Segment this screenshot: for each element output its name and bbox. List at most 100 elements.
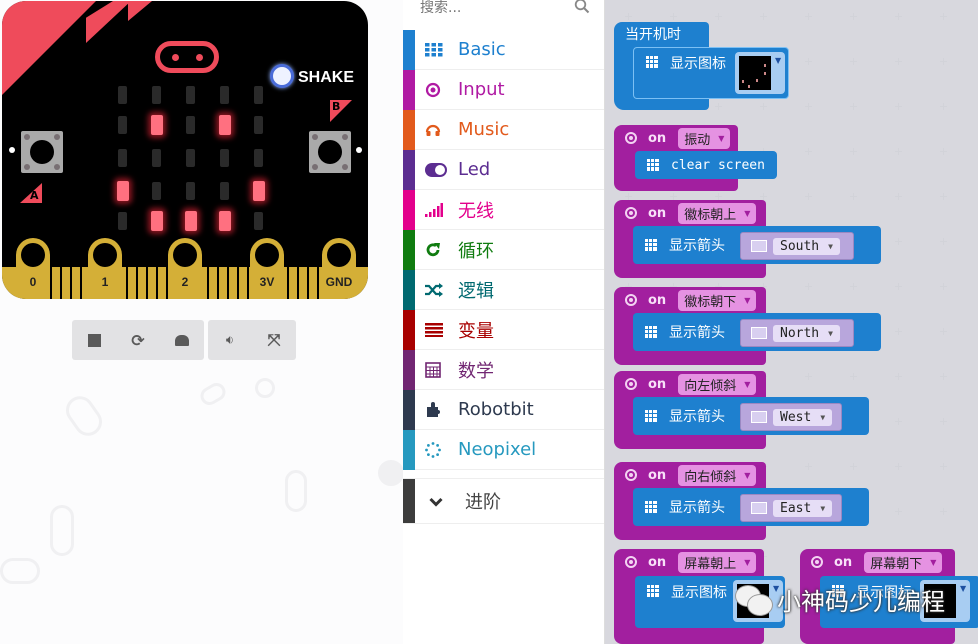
toolbox-advanced[interactable]: 进阶 <box>403 478 604 524</box>
fullscreen-button[interactable]: ⤧ <box>252 320 296 360</box>
toolbox-category-input[interactable]: Input <box>403 69 604 110</box>
stop-button[interactable] <box>72 320 116 360</box>
background-decoration <box>60 390 108 442</box>
grid-icon <box>646 56 658 68</box>
grid-mark <box>895 418 902 425</box>
block-clear-screen[interactable]: clear screen <box>635 151 777 179</box>
grid-mark <box>895 463 902 470</box>
gesture-dropdown[interactable]: 向左倾斜 ▼ <box>678 373 757 395</box>
grid-mark <box>805 373 812 380</box>
led-pixel <box>186 182 195 200</box>
direction-dropdown[interactable]: South ▼ <box>773 237 840 255</box>
category-label: 无线 <box>458 200 494 222</box>
pin-3v[interactable] <box>250 238 284 298</box>
led-pixel <box>118 116 127 134</box>
arrow-direction-slot[interactable]: West ▼ <box>740 403 842 431</box>
toolbox-category-neopixel[interactable]: Neopixel <box>403 429 604 470</box>
button-b[interactable] <box>309 131 351 173</box>
toolbox-category-led[interactable]: Led <box>403 149 604 190</box>
gesture-dropdown[interactable]: 徽标朝上 ▼ <box>678 202 757 224</box>
mute-button[interactable]: 🔉︎ <box>208 320 252 360</box>
grid-mark <box>895 58 902 65</box>
search-icon[interactable] <box>574 0 590 18</box>
grid-mark <box>895 328 902 335</box>
stop-icon <box>87 333 101 347</box>
arrow-direction-slot[interactable]: North ▼ <box>740 319 854 347</box>
pin-gnd[interactable] <box>322 238 356 298</box>
led-pixel <box>151 211 163 231</box>
watermark-text: 小神码少儿编程 <box>777 588 945 616</box>
pin-2[interactable] <box>168 238 202 298</box>
direction-dropdown[interactable]: North ▼ <box>773 324 840 342</box>
grid-mark <box>715 193 722 200</box>
category-label: Robotbit <box>458 399 534 420</box>
toolbox-category-robotbit[interactable]: Robotbit <box>403 389 604 430</box>
chevron-down-icon <box>429 492 443 511</box>
shake-button[interactable] <box>270 64 294 88</box>
gesture-value: 徽标朝上 <box>684 207 737 223</box>
blocks-workspace[interactable]: 当开机时 显示图标 ▼ on 振动 ▼ clear screen on 徽标朝上 ▼ 显… <box>605 0 978 644</box>
image-icon <box>751 327 767 339</box>
led-pixel <box>151 115 163 135</box>
direction-value: South <box>780 238 820 254</box>
toolbox-category-music[interactable]: Music <box>403 109 604 150</box>
grid-icon <box>645 410 657 422</box>
category-label: 循环 <box>458 240 494 262</box>
toolbox: 搜索... Basic Input Music Led 无线循环逻辑 变量 数学 Robotb… <box>403 0 605 644</box>
grid-icon <box>645 239 657 251</box>
gesture-value: 徽标朝下 <box>684 294 737 310</box>
toolbox-category-变量[interactable]: 变量 <box>403 309 604 350</box>
category-color-bar <box>403 269 415 310</box>
on-label: on <box>648 554 667 570</box>
category-color-bar <box>403 149 415 190</box>
arrow-direction-slot[interactable]: East ▼ <box>740 494 842 522</box>
on-start-label: 当开机时 <box>625 27 681 43</box>
icon-picker[interactable]: ▼ <box>735 52 785 94</box>
dropdown-caret-icon: ▼ <box>744 379 751 389</box>
grid-mark <box>895 103 902 110</box>
pin-label: 1 <box>101 275 109 289</box>
microbit-board: SHAKE A B 0 1 2 3V GND <box>2 1 368 299</box>
event-icon <box>811 556 823 568</box>
gesture-dropdown[interactable]: 屏幕朝下 ▼ <box>864 551 943 573</box>
direction-dropdown[interactable]: East ▼ <box>773 499 833 517</box>
grid-icon <box>647 159 659 171</box>
led-pixel <box>186 149 195 167</box>
button-a-label: A <box>30 189 39 202</box>
grid-mark <box>940 148 947 155</box>
pin-0[interactable] <box>16 238 50 298</box>
category-color-bar <box>403 429 415 470</box>
grid-mark <box>760 103 767 110</box>
button-a[interactable] <box>21 131 63 173</box>
toolbox-category-数学[interactable]: 数学 <box>403 349 604 390</box>
search-input[interactable]: 搜索... <box>420 0 461 17</box>
slowmo-button[interactable] <box>160 320 204 360</box>
direction-dropdown[interactable]: West ▼ <box>773 408 833 426</box>
speaker-icon: 🔉︎ <box>225 332 235 348</box>
toolbox-search[interactable]: 搜索... <box>403 0 604 28</box>
dropdown-caret-icon: ▼ <box>960 584 967 593</box>
connector-strip <box>207 267 209 299</box>
gesture-dropdown[interactable]: 徽标朝下 ▼ <box>678 289 757 311</box>
restart-button[interactable]: ⟳ <box>116 320 160 360</box>
grid-mark <box>805 58 812 65</box>
grid-mark <box>940 418 947 425</box>
toolbox-category-basic[interactable]: Basic <box>403 29 604 70</box>
toolbox-category-循环[interactable]: 循环 <box>403 229 604 270</box>
led-pixel <box>219 115 231 135</box>
arrow-direction-slot[interactable]: South ▼ <box>740 232 854 260</box>
statement-label: clear screen <box>671 157 765 173</box>
gesture-dropdown[interactable]: 振动 ▼ <box>678 127 731 149</box>
connector-strip <box>80 267 82 299</box>
watermark: 小神码少儿编程 <box>735 582 945 617</box>
toolbox-category-无线[interactable]: 无线 <box>403 189 604 230</box>
toolbox-category-逻辑[interactable]: 逻辑 <box>403 269 604 310</box>
pin-1[interactable] <box>88 238 122 298</box>
gesture-dropdown[interactable]: 向右倾斜 ▼ <box>678 464 757 486</box>
shake-label: SHAKE <box>298 69 355 86</box>
list-icon <box>425 322 457 337</box>
grid-mark <box>850 463 857 470</box>
led-pixel <box>186 116 195 134</box>
gesture-dropdown[interactable]: 屏幕朝上 ▼ <box>678 551 757 573</box>
grid-mark <box>850 58 857 65</box>
